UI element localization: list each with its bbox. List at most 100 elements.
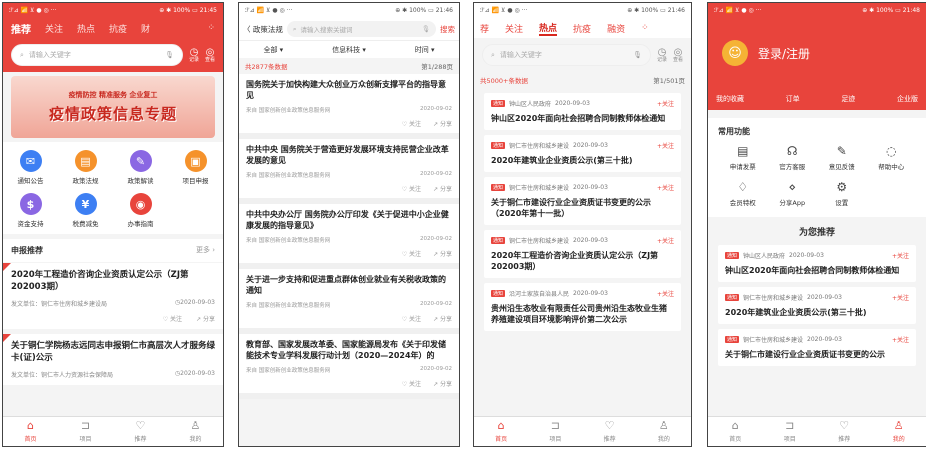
list-item[interactable]: 通知 铜仁市住房和城乡建设 2020-09-03 +关注 2020年工程造价咨询企业资质… xyxy=(484,230,681,278)
item-date: 2020-09-03 xyxy=(807,294,842,301)
orders-link[interactable]: 订单 xyxy=(786,94,800,104)
list-item[interactable]: 国务院关于加快构建大众创业万众创新支撑平台的指导意见 来自 国家创新创业政策信息服… xyxy=(239,74,459,139)
item-source: 铜仁市住房和城乡建设 xyxy=(509,185,570,192)
list-item[interactable]: 关于进一步支持和促进重点群体创业就业有关税收政策的通知 来自 国家创新创业政策信息… xyxy=(239,269,459,334)
tab-hot[interactable]: 热点 xyxy=(77,22,95,35)
tab-mine[interactable]: ♙ 我的 xyxy=(189,419,201,444)
follow-button[interactable]: ♡ 关注 xyxy=(402,249,421,258)
share-button[interactable]: ↗ 分享 xyxy=(433,119,452,128)
follow-button[interactable]: +关注 xyxy=(892,293,909,302)
category-item[interactable]: ◉ 办事指南 xyxy=(113,193,168,228)
mic-icon[interactable]: 🎙 xyxy=(633,51,642,59)
share-button[interactable]: ↗ 分享 xyxy=(433,314,452,323)
function-item[interactable]: ⚙ 设置 xyxy=(817,181,867,208)
tab-finance[interactable]: 财 xyxy=(141,22,150,35)
tab-project[interactable]: ⊐ 项目 xyxy=(549,420,561,444)
follow-button[interactable]: +关注 xyxy=(892,251,909,260)
share-button[interactable]: ↗ 分享 xyxy=(196,314,215,323)
list-item[interactable]: 通知 铜仁市住房和城乡建设 2020-09-03 +关注 2020年建筑业企业资质公示(… xyxy=(484,135,681,172)
follow-button[interactable]: +关注 xyxy=(657,183,674,192)
follow-button[interactable]: ♡ 关注 xyxy=(402,184,421,193)
category-item[interactable]: ✎ 政策解读 xyxy=(113,150,168,185)
tab-recommend[interactable]: 荐 xyxy=(480,22,489,35)
item-source: 铜仁市住房和城乡建设 xyxy=(509,143,570,150)
category-item[interactable]: ▤ 政策法规 xyxy=(58,150,113,185)
follow-button[interactable]: ♡ 关注 xyxy=(163,314,182,323)
follow-button[interactable]: ♡ 关注 xyxy=(402,314,421,323)
list-item[interactable]: 中共中央办公厅 国务院办公厅印发《关于促进中小企业健康发展的指导意见》 来自 国家… xyxy=(239,204,459,269)
list-item[interactable]: 关于铜仁学院杨志远同志申报铜仁市高层次人才服务绿卡(证)公示 发文单位：铜仁市人… xyxy=(3,334,223,385)
tab-recommend-bottom[interactable]: ♡ 推荐 xyxy=(134,420,146,444)
grid-menu-icon[interactable]: ⁘ xyxy=(641,23,649,33)
grid-menu-icon[interactable]: ⁘ xyxy=(207,23,215,33)
scan-button[interactable]: ◎ 查看 xyxy=(205,47,215,63)
category-item[interactable]: ¥ 税费减免 xyxy=(58,193,113,228)
follow-button[interactable]: +关注 xyxy=(657,99,674,108)
list-item[interactable]: 通知 钟山区人民政府 2020-09-03 +关注 钟山区2020年面向社会招聘合同制教… xyxy=(484,93,681,130)
mic-icon[interactable]: 🎙 xyxy=(422,25,430,33)
follow-button[interactable]: +关注 xyxy=(892,335,909,344)
filter-all[interactable]: 全部 ▾ xyxy=(263,45,283,55)
function-item[interactable]: ◌ 帮助中心 xyxy=(867,145,917,172)
search-button[interactable]: 搜索 xyxy=(440,24,455,35)
tab-follow[interactable]: 关注 xyxy=(505,22,523,35)
category-item[interactable]: $ 资金支持 xyxy=(3,193,58,228)
function-item[interactable]: ⋄ 分享App xyxy=(768,181,818,208)
list-item[interactable]: 中共中央 国务院关于营造更好发展环境支持民营企业改革发展的意见 来自 国家创新创业… xyxy=(239,139,459,204)
tab-mine[interactable]: ♙ 我的 xyxy=(658,420,670,444)
favorites-link[interactable]: 我的收藏 xyxy=(716,94,744,104)
follow-button[interactable]: ♡ 关注 xyxy=(402,379,421,388)
tab-epidemic[interactable]: 抗疫 xyxy=(109,22,127,35)
tab-finance[interactable]: 融资 xyxy=(607,22,625,35)
list-item[interactable]: 教育部、国家发展改革委、国家能源局发布《关于印发储能技术专业学科发展行动计划（2… xyxy=(239,334,459,399)
follow-button[interactable]: +关注 xyxy=(657,236,674,245)
record-button[interactable]: ◷ 记录 xyxy=(189,47,199,63)
function-item[interactable]: ♢ 会员特权 xyxy=(718,181,768,208)
tab-mine[interactable]: ♙ 我的 xyxy=(893,420,905,444)
enterprise-link[interactable]: 企业版 xyxy=(897,94,918,104)
tab-project[interactable]: ⊐ 项目 xyxy=(79,420,91,444)
more-link[interactable]: 更多 › xyxy=(196,245,215,256)
share-button[interactable]: ↗ 分享 xyxy=(433,184,452,193)
filter-time[interactable]: 时间 ▾ xyxy=(415,45,435,55)
tab-epidemic[interactable]: 抗疫 xyxy=(573,22,591,35)
record-button[interactable]: ◷ 记录 xyxy=(657,47,667,63)
tab-project[interactable]: ⊐ 项目 xyxy=(784,420,796,444)
tab-recommend-bottom[interactable]: ♡ 推荐 xyxy=(838,420,850,444)
history-link[interactable]: 足迹 xyxy=(841,94,855,104)
list-item[interactable]: 通知 铜仁市住房和城乡建设 2020-09-03 +关注 2020年建筑业企业资质公示(… xyxy=(718,287,916,324)
epidemic-banner[interactable]: 疫情防控 精准服务 企业复工 疫情政策信息专题 xyxy=(11,76,215,138)
login-link[interactable]: 登录/注册 xyxy=(758,45,810,62)
tab-recommend[interactable]: 推荐 xyxy=(11,21,31,36)
tab-follow[interactable]: 关注 xyxy=(45,22,63,35)
mic-icon[interactable]: 🎙 xyxy=(165,51,174,59)
list-item[interactable]: 通知 钟山区人民政府 2020-09-03 +关注 钟山区2020年面向社会招聘合同制教… xyxy=(718,245,916,282)
category-item[interactable]: ✉ 通知公告 xyxy=(3,150,58,185)
scan-button[interactable]: ◎ 查看 xyxy=(673,47,683,63)
filter-category[interactable]: 信息科技 ▾ xyxy=(332,45,366,55)
search-input[interactable]: ⌕ 请输入关键字 🎙 xyxy=(482,44,651,66)
list-item[interactable]: 通知 铜仁市住房和城乡建设 2020-09-03 +关注 关于铜仁市建设行业企业资质证书… xyxy=(718,329,916,366)
profile-header[interactable]: ☺ 登录/注册 xyxy=(708,18,926,88)
tab-home[interactable]: ⌂ 首页 xyxy=(495,420,507,444)
follow-button[interactable]: +关注 xyxy=(657,141,674,150)
follow-button[interactable]: +关注 xyxy=(657,289,674,298)
follow-button[interactable]: ♡ 关注 xyxy=(402,119,421,128)
list-item[interactable]: 2020年工程造价咨询企业资质认定公示（ZJ第202003期） 发文单位：铜仁市… xyxy=(3,263,223,329)
function-item[interactable]: ▤ 申请发票 xyxy=(718,145,768,172)
share-button[interactable]: ↗ 分享 xyxy=(433,379,452,388)
back-button[interactable]: 〈 政策法规 xyxy=(243,24,283,35)
search-input[interactable]: ⌕ 请输入搜索关键词 🎙 xyxy=(286,21,436,37)
search-input[interactable]: ⌕ 请输入关键字 🎙 xyxy=(11,44,183,66)
tab-home[interactable]: ⌂ 首页 xyxy=(729,420,741,444)
tab-recommend-bottom[interactable]: ♡ 推荐 xyxy=(604,420,616,444)
share-button[interactable]: ↗ 分享 xyxy=(433,249,452,258)
category-item[interactable]: ▣ 项目申报 xyxy=(168,150,223,185)
tab-hot[interactable]: 热点 xyxy=(539,21,558,36)
function-item[interactable]: ✎ 意见反馈 xyxy=(817,145,867,172)
list-item[interactable]: 通知 沿河土家族自治县人民 2020-09-03 +关注 贵州沿生态牧业有限责任公司贵州… xyxy=(484,283,681,331)
list-item[interactable]: 通知 铜仁市住房和城乡建设 2020-09-03 +关注 关于铜仁市建设行业企业资质证书… xyxy=(484,177,681,225)
user-icon: ♙ xyxy=(190,419,201,432)
tab-home[interactable]: ⌂ 首页 xyxy=(24,420,36,444)
function-item[interactable]: ☊ 官方客服 xyxy=(768,145,818,172)
